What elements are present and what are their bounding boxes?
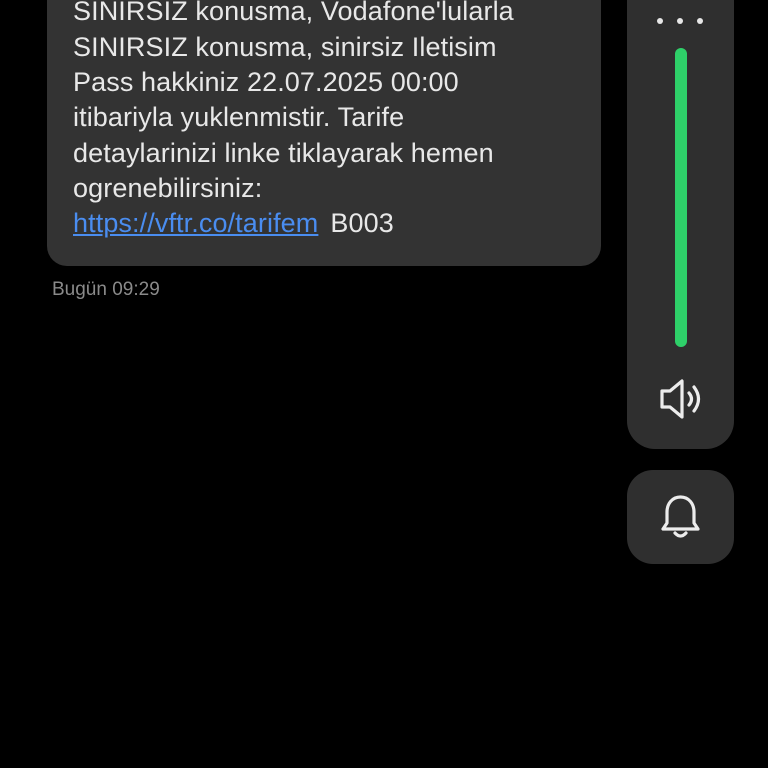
- message-text-line: SINIRSIZ konusma, Vodafone'lularla: [73, 0, 514, 26]
- tariff-link[interactable]: https://vftr.co/tarifem: [73, 208, 318, 238]
- message-text-line: detaylarinizi linke tiklayarak hemen: [73, 138, 494, 168]
- message-text-line: SINIRSIZ konusma, sinirsiz Iletisim: [73, 32, 497, 62]
- message-text-line: Pass hakkiniz 22.07.2025 00:00: [73, 67, 459, 97]
- sound-mode-button[interactable]: [627, 470, 734, 564]
- message-text-line: itibariyla yuklenmistir. Tarife: [73, 102, 405, 132]
- message-text-line: ogrenebilirsiniz:: [73, 173, 263, 203]
- volume-panel: [627, 0, 734, 449]
- message-link-line: https://vftr.co/tarifem B003: [73, 206, 394, 241]
- volume-level-fill: [675, 48, 687, 347]
- message-bubble[interactable]: SINIRSIZ konusma, Vodafone'lularla SINIR…: [47, 0, 601, 266]
- more-options-icon[interactable]: [657, 12, 704, 32]
- bell-icon: [658, 493, 703, 541]
- speaker-icon[interactable]: [653, 376, 708, 422]
- message-timestamp: Bugün 09:29: [52, 279, 160, 300]
- volume-slider[interactable]: [675, 48, 687, 347]
- message-code: B003: [330, 208, 394, 238]
